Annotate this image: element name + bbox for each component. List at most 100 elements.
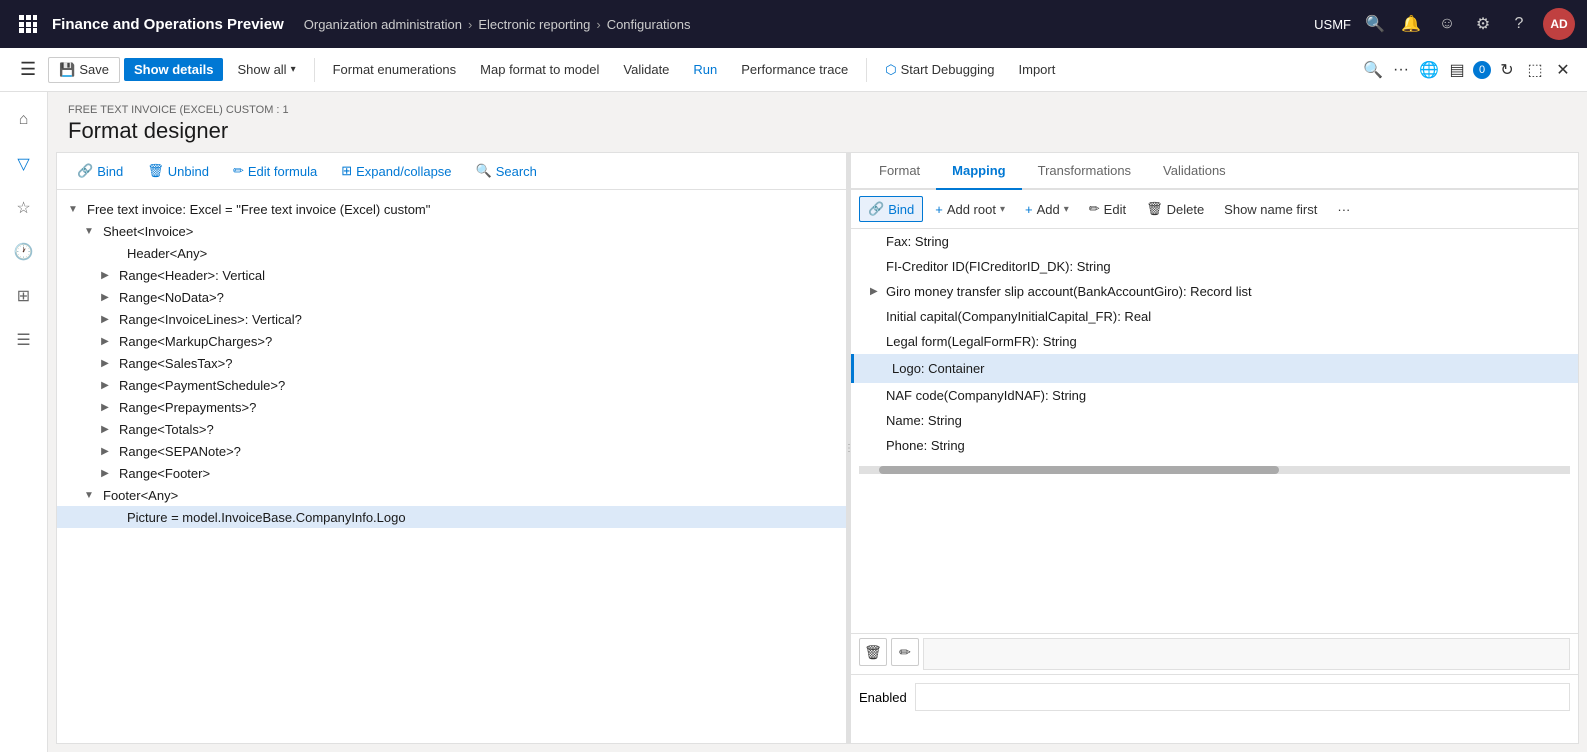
breadcrumb-config[interactable]: Configurations [607, 17, 691, 32]
map-format-to-model-button[interactable]: Map format to model [470, 58, 609, 81]
search-icon[interactable]: 🔍 [1363, 14, 1387, 34]
panel-icon[interactable]: ▤ [1445, 60, 1469, 80]
formula-input[interactable] [923, 638, 1570, 670]
sheet-collapse-icon[interactable]: ▼ [81, 223, 97, 239]
sidebar-list-icon[interactable]: ☰ [4, 320, 44, 360]
edit-formula-button[interactable]: ✏ [891, 638, 919, 666]
data-item-logo[interactable]: Logo: Container [851, 354, 1578, 383]
tree-item-sheet[interactable]: ▼ Sheet<Invoice> [57, 220, 846, 242]
range-header-expand-icon[interactable]: ▶ [97, 267, 113, 283]
enabled-input[interactable] [915, 683, 1570, 711]
tree-root[interactable]: ▼ Free text invoice: Excel = "Free text … [57, 198, 846, 220]
breadcrumb-org[interactable]: Organization administration [304, 17, 462, 32]
globe-icon[interactable]: 🌐 [1417, 60, 1441, 80]
range-footer-expand-icon[interactable]: ▶ [97, 465, 113, 481]
import-button[interactable]: Import [1009, 58, 1066, 81]
search-button[interactable]: 🔍 Search [468, 159, 545, 183]
more-options-button[interactable]: ··· [1329, 198, 1358, 221]
more-options-icon[interactable]: ··· [1389, 61, 1413, 79]
range-totals-expand-icon[interactable]: ▶ [97, 421, 113, 437]
range-salestax-expand-icon[interactable]: ▶ [97, 355, 113, 371]
range-paymentschedule-expand-icon[interactable]: ▶ [97, 377, 113, 393]
refresh-icon[interactable]: ↻ [1495, 60, 1519, 80]
sidebar-history-icon[interactable]: 🕐 [4, 232, 44, 272]
data-item-giro[interactable]: ▶ Giro money transfer slip account(BankA… [851, 279, 1578, 304]
start-debugging-button[interactable]: ⬡ Start Debugging [875, 58, 1004, 82]
delete-formula-button[interactable]: 🗑 [859, 638, 887, 666]
tree-item-range-markupcharges[interactable]: ▶ Range<MarkupCharges>? [57, 330, 846, 352]
data-item-fax[interactable]: Fax: String [851, 229, 1578, 254]
tree-item-header[interactable]: Header<Any> [57, 242, 846, 264]
tree-item-range-prepayments[interactable]: ▶ Range<Prepayments>? [57, 396, 846, 418]
sidebar-filter-icon[interactable]: ▽ [4, 144, 44, 184]
range-invoicelines-expand-icon[interactable]: ▶ [97, 311, 113, 327]
breadcrumb-er[interactable]: Electronic reporting [478, 17, 590, 32]
save-button[interactable]: 💾 Save [48, 57, 120, 83]
tree-item-range-paymentschedule[interactable]: ▶ Range<PaymentSchedule>? [57, 374, 846, 396]
show-all-button[interactable]: Show all ▾ [227, 58, 305, 81]
delete-button[interactable]: 🗑 Delete [1138, 197, 1212, 221]
data-item-name[interactable]: Name: String [851, 408, 1578, 433]
tree-item-range-salestax[interactable]: ▶ Range<SalesTax>? [57, 352, 846, 374]
scrollbar-thumb[interactable] [879, 466, 1279, 474]
unbind-button[interactable]: 🗑 Unbind [139, 159, 217, 183]
avatar[interactable]: AD [1543, 8, 1575, 40]
tree-item-range-totals[interactable]: ▶ Range<Totals>? [57, 418, 846, 440]
data-item-ficreditor[interactable]: FI-Creditor ID(FICreditorID_DK): String [851, 254, 1578, 279]
giro-expand-icon[interactable]: ▶ [870, 286, 886, 297]
delete-trash-icon: 🗑 [1146, 201, 1163, 217]
footer-collapse-icon[interactable]: ▼ [81, 487, 97, 503]
add-root-button[interactable]: + Add root ▾ [927, 198, 1013, 221]
panel-search-icon[interactable]: 🔍 [1361, 60, 1385, 80]
data-item-initialcapital[interactable]: Initial capital(CompanyInitialCapital_FR… [851, 304, 1578, 329]
horizontal-scrollbar[interactable] [859, 466, 1570, 474]
open-external-icon[interactable]: ⬚ [1523, 60, 1547, 80]
bind-button[interactable]: 🔗 Bind [69, 159, 131, 183]
toolbar-separator-2 [866, 58, 867, 82]
map-bind-button[interactable]: 🔗 Bind [859, 196, 923, 222]
tree-item-footer[interactable]: ▼ Footer<Any> [57, 484, 846, 506]
performance-trace-button[interactable]: Performance trace [731, 58, 858, 81]
expand-icon: ⊞ [341, 163, 352, 179]
range-prepayments-expand-icon[interactable]: ▶ [97, 399, 113, 415]
hamburger-icon[interactable]: ☰ [12, 55, 44, 84]
expand-collapse-button[interactable]: ⊞ Expand/collapse [333, 159, 459, 183]
feedback-icon[interactable]: ☺ [1435, 15, 1459, 33]
close-icon[interactable]: ✕ [1551, 60, 1575, 80]
sidebar-grid-icon[interactable]: ⊞ [4, 276, 44, 316]
edit-formula-button[interactable]: ✏ Edit formula [225, 159, 325, 183]
waffle-icon[interactable] [12, 8, 44, 40]
data-item-phone[interactable]: Phone: String [851, 433, 1578, 458]
root-collapse-icon[interactable]: ▼ [65, 201, 81, 217]
validate-button[interactable]: Validate [613, 58, 679, 81]
data-item-legalform[interactable]: Legal form(LegalFormFR): String [851, 329, 1578, 354]
sidebar-home-icon[interactable]: ⌂ [4, 100, 44, 140]
help-icon[interactable]: ? [1507, 15, 1531, 33]
range-markupcharges-expand-icon[interactable]: ▶ [97, 333, 113, 349]
range-sepanote-expand-icon[interactable]: ▶ [97, 443, 113, 459]
unbind-icon: 🗑 [147, 163, 164, 179]
show-details-button[interactable]: Show details [124, 58, 223, 81]
tree-item-range-invoicelines[interactable]: ▶ Range<InvoiceLines>: Vertical? [57, 308, 846, 330]
range-nodata-expand-icon[interactable]: ▶ [97, 289, 113, 305]
sidebar-star-icon[interactable]: ☆ [4, 188, 44, 228]
add-chevron-icon: ▾ [1064, 204, 1069, 215]
tree-item-range-sepanote[interactable]: ▶ Range<SEPANote>? [57, 440, 846, 462]
tree-item-range-footer[interactable]: ▶ Range<Footer> [57, 462, 846, 484]
show-name-first-button[interactable]: Show name first [1216, 198, 1325, 221]
edit-button[interactable]: ✏ Edit [1081, 197, 1134, 221]
format-enumerations-button[interactable]: Format enumerations [323, 58, 467, 81]
tree-item-range-nodata[interactable]: ▶ Range<NoData>? [57, 286, 846, 308]
add-button[interactable]: + Add ▾ [1017, 198, 1077, 221]
tree-item-picture[interactable]: Picture = model.InvoiceBase.CompanyInfo.… [57, 506, 846, 528]
header-expand-icon [105, 245, 121, 261]
tab-transformations[interactable]: Transformations [1022, 153, 1147, 190]
data-item-nafcode[interactable]: NAF code(CompanyIdNAF): String [851, 383, 1578, 408]
run-button[interactable]: Run [683, 58, 727, 81]
notification-icon[interactable]: 🔔 [1399, 14, 1423, 34]
tab-mapping[interactable]: Mapping [936, 153, 1021, 190]
tree-item-range-header[interactable]: ▶ Range<Header>: Vertical [57, 264, 846, 286]
tab-format[interactable]: Format [863, 153, 936, 190]
settings-icon[interactable]: ⚙ [1471, 14, 1495, 34]
tab-validations[interactable]: Validations [1147, 153, 1242, 190]
